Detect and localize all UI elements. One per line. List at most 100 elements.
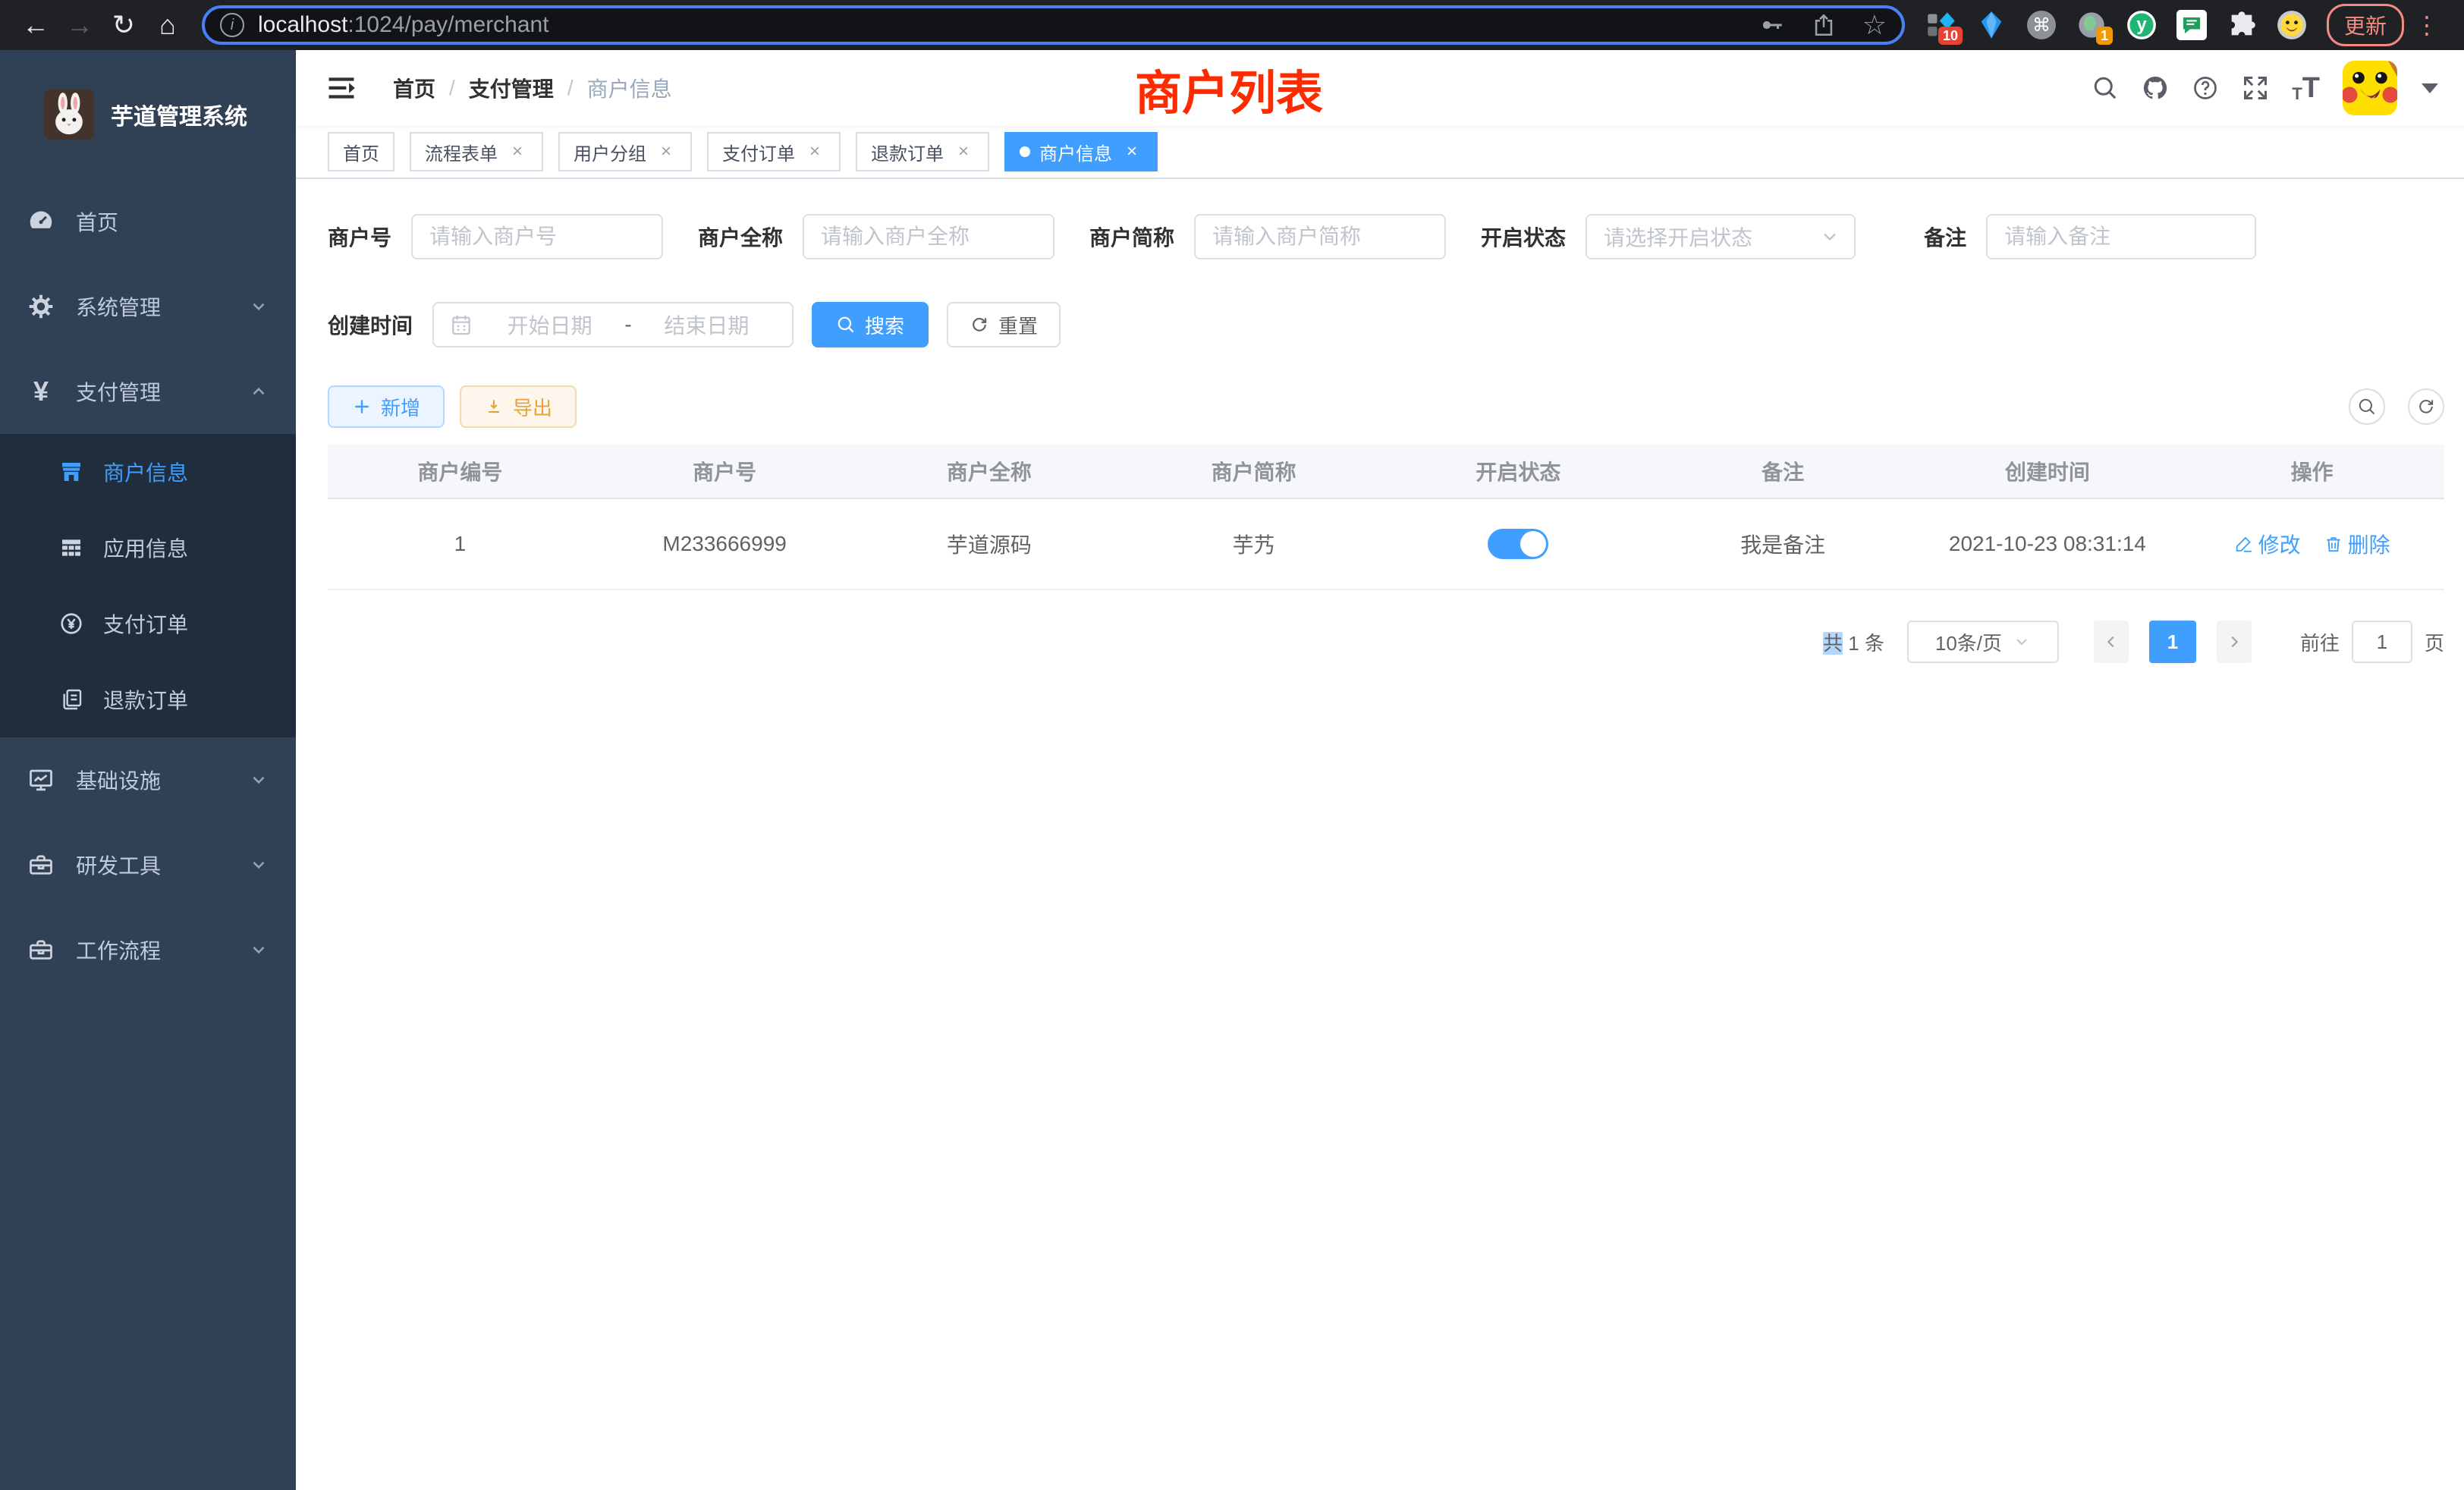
breadcrumb-home[interactable]: 首页 [393,73,435,103]
extension-chat-icon[interactable] [2176,10,2207,40]
status-toggle[interactable] [1488,529,1548,559]
cell-status [1386,529,1651,559]
goto-page-input[interactable] [2352,621,2412,663]
breadcrumb-payment[interactable]: 支付管理 [469,73,554,103]
search-button[interactable]: 搜索 [812,302,929,347]
close-icon[interactable]: × [953,141,974,162]
font-size-icon[interactable]: TT [2292,74,2320,102]
pagination: 共 1 条 10条/页 1 前往 页 [328,621,2444,663]
sidebar-item-payment[interactable]: ¥ 支付管理 [0,349,296,434]
export-button-label: 导出 [513,393,552,421]
next-page-button[interactable] [2217,621,2252,663]
extension-badge: 1 [2096,27,2113,45]
browser-home-icon[interactable]: ⌂ [146,6,190,44]
toolbox-icon [27,851,55,879]
tab-refund-order[interactable]: 退款订单× [856,132,989,171]
sidebar-item-refund-order[interactable]: 退款订单 [0,662,296,737]
col-status: 开启状态 [1386,456,1651,486]
logo[interactable]: 芋道管理系统 [0,50,296,179]
search-icon[interactable] [2092,74,2119,102]
export-button[interactable]: 导出 [460,385,577,428]
extension-blocks-icon[interactable]: 10 [1926,10,1956,40]
url-text[interactable]: localhost:1024/pay/merchant [258,12,1759,38]
prev-page-button[interactable] [2094,621,2129,663]
extension-command-icon[interactable]: ⌘ [2026,10,2057,40]
yen-icon: ¥ [27,376,55,407]
y-glyph: y [2136,14,2146,36]
sidebar-item-app-info[interactable]: 应用信息 [0,510,296,586]
start-date-placeholder: 开始日期 [479,310,620,340]
reset-button[interactable]: 重置 [947,302,1061,347]
chevron-down-icon [249,297,269,316]
sidebar-item-merchant-info[interactable]: 商户信息 [0,434,296,510]
page-number-button[interactable]: 1 [2149,621,2196,663]
extension-tray-icon[interactable]: 1 [2076,10,2107,40]
page-size-select[interactable]: 10条/页 [1907,621,2059,663]
sidebar-item-system[interactable]: 系统管理 [0,264,296,349]
page-jumper: 前往 页 [2300,621,2444,663]
tab-process-form[interactable]: 流程表单× [410,132,543,171]
calendar-icon [449,313,473,337]
tab-merchant-info[interactable]: 商户信息 × [1004,132,1158,171]
status-select[interactable]: 请选择开启状态 [1586,214,1856,259]
bookmark-star-icon[interactable]: ☆ [1862,9,1887,41]
col-create-time: 创建时间 [1916,456,2180,486]
share-icon[interactable] [1811,12,1837,38]
avatar-caret-icon[interactable] [2422,83,2438,93]
close-icon[interactable]: × [1121,141,1142,162]
chrome-update-button[interactable]: 更新 [2327,4,2404,46]
close-icon[interactable]: × [804,141,825,162]
help-icon[interactable] [2192,74,2219,102]
short-name-label: 商户简称 [1089,222,1174,252]
edit-link[interactable]: 修改 [2234,529,2301,559]
browser-back-icon[interactable]: ← [14,6,58,44]
extensions-row: 10 ⌘ 1 y [1926,10,2307,40]
refresh-table-button[interactable] [2408,388,2444,425]
key-icon[interactable] [1759,12,1785,38]
profile-avatar-icon[interactable] [2277,10,2307,40]
page-unit-label: 页 [2425,628,2444,656]
tab-user-group[interactable]: 用户分组× [558,132,692,171]
sidebar-item-pay-order[interactable]: 支付订单 [0,586,296,662]
sidebar-item-label: 商户信息 [103,457,188,487]
delete-link[interactable]: 删除 [2324,529,2390,559]
sidebar-item-home[interactable]: 首页 [0,179,296,264]
col-full-name: 商户全称 [857,456,1122,486]
fullscreen-icon[interactable] [2242,74,2269,102]
tab-label: 商户信息 [1039,139,1112,165]
sidebar-item-label: 首页 [76,206,118,237]
toggle-search-button[interactable] [2349,388,2385,425]
payment-submenu: 商户信息 应用信息 支付订单 退款订单 [0,434,296,737]
browser-forward-icon[interactable]: → [58,6,102,44]
address-bar[interactable]: i localhost:1024/pay/merchant ☆ [202,5,1905,45]
tab-pay-order[interactable]: 支付订单× [707,132,841,171]
sidebar-collapse-icon[interactable] [325,71,358,105]
short-name-input[interactable] [1194,214,1446,259]
chevron-down-icon [249,855,269,875]
filter-row-1: 商户号 商户全称 商户简称 开启状态 请选择开启状态 [328,214,2444,259]
browser-reload-icon[interactable]: ↻ [102,6,146,44]
documents-icon [59,687,83,712]
user-avatar[interactable] [2343,61,2397,115]
create-time-range-picker[interactable]: 开始日期 - 结束日期 [432,302,794,347]
browser-toolbar: ← → ↻ ⌂ i localhost:1024/pay/merchant ☆ … [0,0,2464,50]
remark-input[interactable] [1986,214,2256,259]
app-title: 芋道管理系统 [111,98,247,131]
full-name-input[interactable] [803,214,1054,259]
site-info-icon[interactable]: i [220,13,244,37]
add-button[interactable]: 新增 [328,385,445,428]
merchant-no-input[interactable] [411,214,663,259]
sidebar-item-devtools[interactable]: 研发工具 [0,822,296,907]
pagination-total: 共 1 条 [1823,628,1884,656]
extension-gem-icon[interactable] [1976,10,2007,40]
sidebar-item-workflow[interactable]: 工作流程 [0,907,296,992]
tab-home[interactable]: 首页 [328,132,394,171]
github-icon[interactable] [2142,74,2169,102]
extension-y-icon[interactable]: y [2126,10,2157,40]
close-icon[interactable]: × [655,141,677,162]
sidebar-item-infrastructure[interactable]: 基础设施 [0,737,296,822]
col-merchant-no: 商户号 [592,456,857,486]
browser-menu-icon[interactable]: ⋮ [2415,11,2439,39]
extensions-puzzle-icon[interactable] [2227,10,2257,40]
close-icon[interactable]: × [507,141,528,162]
